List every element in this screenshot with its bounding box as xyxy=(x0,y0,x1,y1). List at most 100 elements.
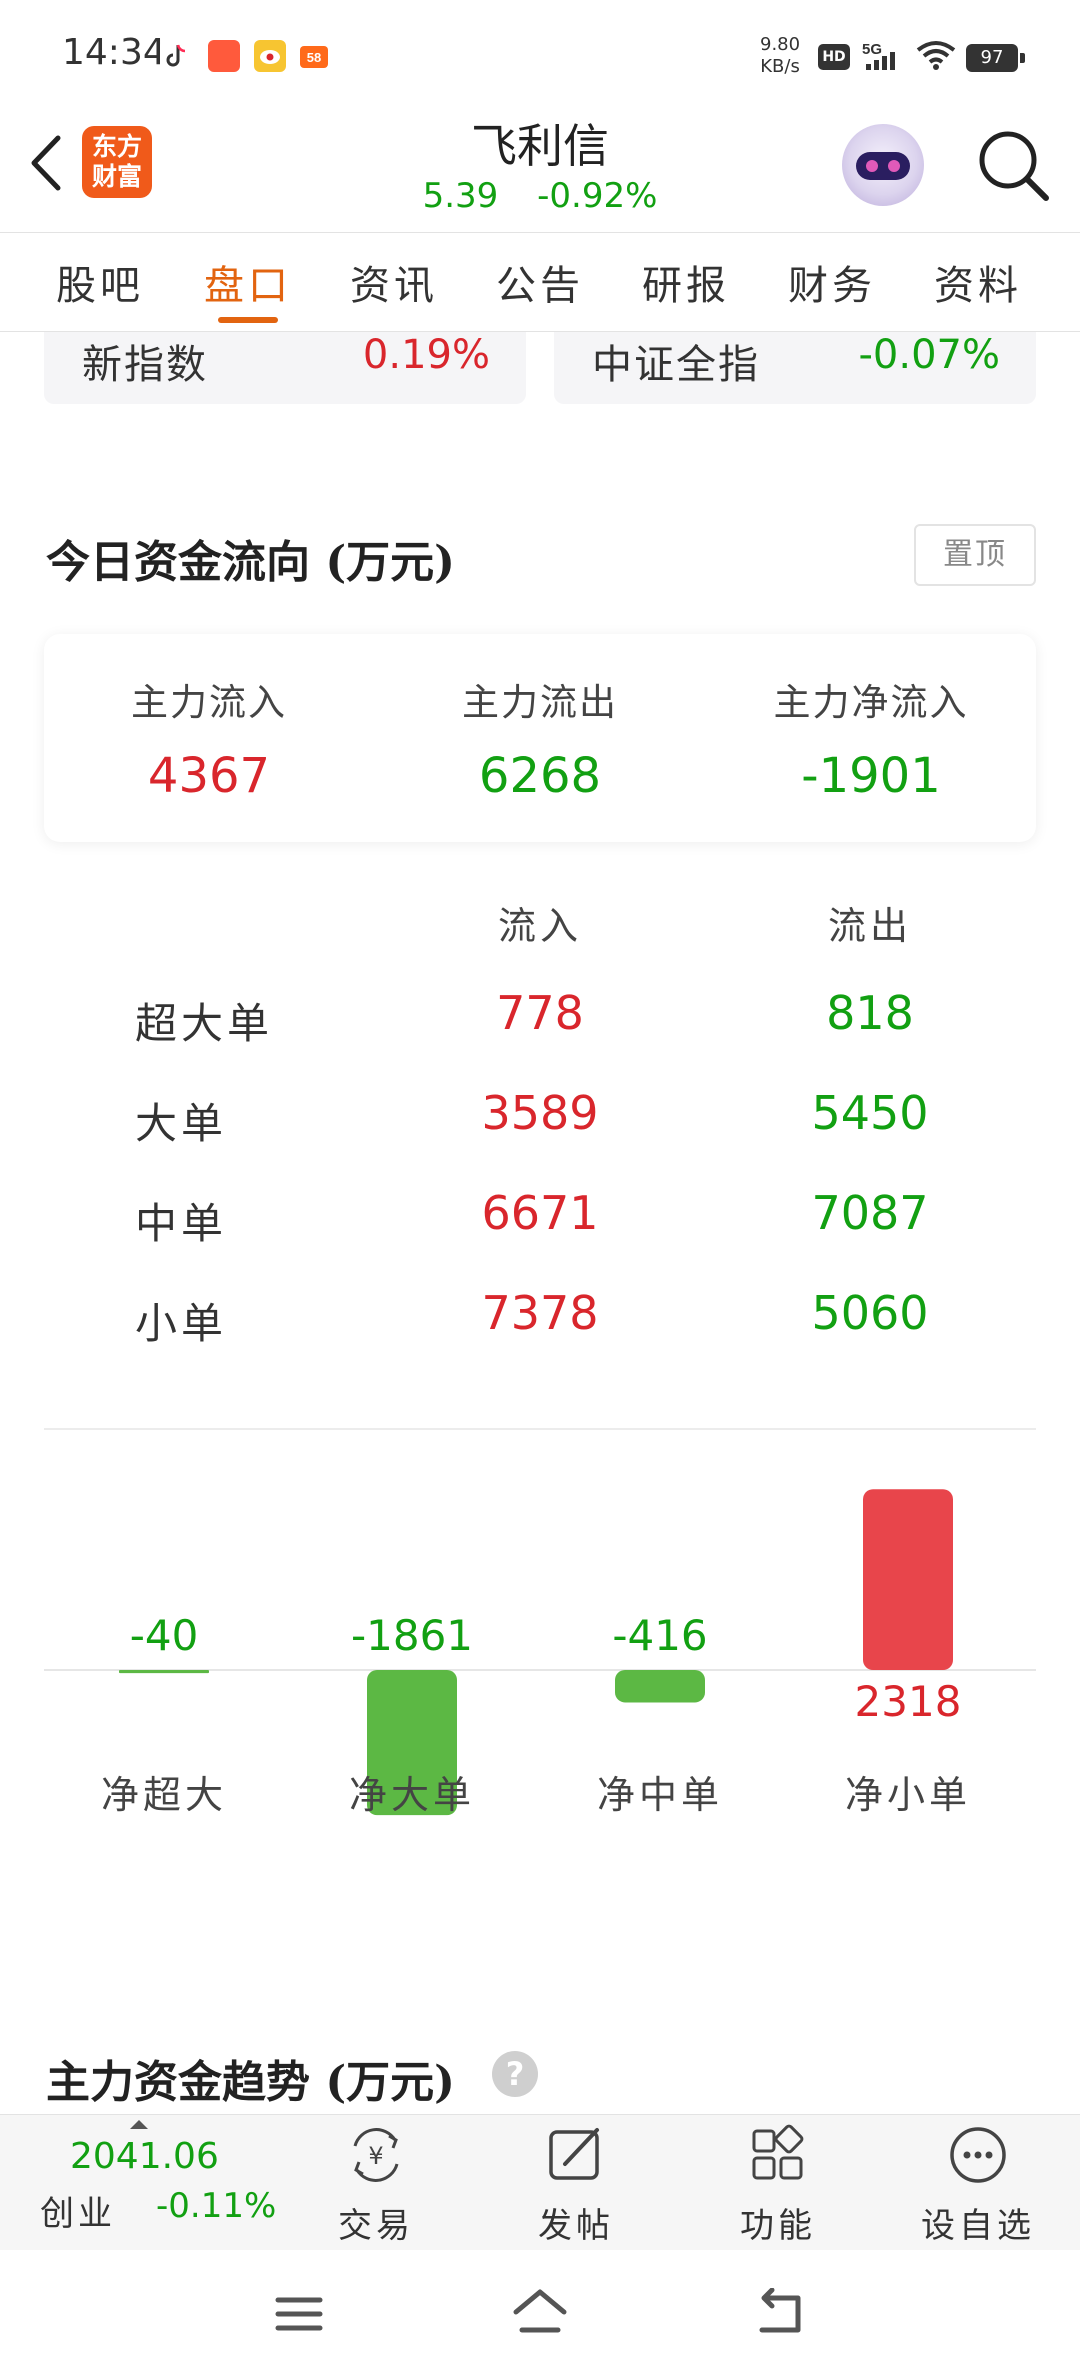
summary-label: 主力流出 xyxy=(462,681,618,724)
flow-row-in: 778 xyxy=(496,986,584,1040)
active-tab-indicator xyxy=(218,317,278,323)
weibo-notification-icon xyxy=(254,40,286,72)
summary-value: 4367 xyxy=(147,748,271,804)
inflow-header: 流入 xyxy=(497,904,582,948)
status-bar: 14:34 58 9.80 KB/s HD 5G 97 xyxy=(0,0,1080,110)
tab-profile[interactable]: 资料 xyxy=(918,253,1038,311)
flow-row-label: 中单 xyxy=(135,1199,228,1248)
functions-button[interactable]: 功能 xyxy=(698,2122,858,2247)
network-speed: 9.80 KB/s xyxy=(760,34,801,77)
net-flow-value-label: -1861 xyxy=(351,1611,473,1660)
search-icon[interactable] xyxy=(974,126,1054,206)
tab-bar: 股吧 盘口 资讯 公告 研报 财务 资料 xyxy=(0,232,1080,332)
add-watchlist-button[interactable]: 设自选 xyxy=(898,2122,1058,2247)
net-flow-category-label: 净大单 xyxy=(349,1773,475,1817)
summary-value: 6268 xyxy=(478,748,602,804)
net-flow-chart: -40 净超大 -1861 净大单 -416 净中单 2318 净小单 xyxy=(44,1489,1036,1817)
flow-row-out: 5450 xyxy=(811,1086,929,1140)
net-flow-category-label: 净小单 xyxy=(845,1773,971,1817)
net-flow-value-label: -416 xyxy=(612,1611,707,1660)
flow-row: 大单 3589 5450 xyxy=(0,1086,1080,1150)
back-nav-icon[interactable] xyxy=(752,2288,808,2338)
index-value: -0.07% xyxy=(858,332,1000,378)
trend-title: 主力资金趋势 (万元) xyxy=(46,2057,455,2108)
post-icon xyxy=(549,2128,599,2180)
fund-flow-title: 今日资金流向 (万元) xyxy=(46,537,455,588)
tab-research[interactable]: 研报 xyxy=(626,253,746,311)
index-ticker-pct[interactable]: -0.11% xyxy=(156,2186,276,2226)
index-value: 0.19% xyxy=(362,332,490,378)
help-icon[interactable]: ? xyxy=(492,2051,538,2097)
system-nav-bar xyxy=(0,2250,1080,2376)
net-flow-category-label: 净中单 xyxy=(597,1773,723,1817)
home-icon[interactable] xyxy=(510,2286,570,2338)
flow-row-label: 小单 xyxy=(135,1299,228,1348)
net-flow-bar xyxy=(119,1670,209,1674)
main-flow-summary-card: 主力流入 4367 主力流出 6268 主力净流入 -1901 xyxy=(44,634,1036,842)
tab-announcements[interactable]: 公告 xyxy=(480,253,600,311)
flow-row-out: 7087 xyxy=(811,1186,929,1240)
index-name: 新指数 xyxy=(82,342,208,388)
summary-main-net-inflow: 主力净流入 -1901 xyxy=(706,634,1036,804)
svg-text:5G: 5G xyxy=(862,41,882,58)
stock-change-pct: -0.92% xyxy=(537,176,658,216)
post-button[interactable]: 发帖 xyxy=(496,2122,656,2247)
tab-finance[interactable]: 财务 xyxy=(772,253,892,311)
flow-row-out: 5060 xyxy=(811,1286,929,1340)
svg-text:¥: ¥ xyxy=(368,2142,383,2170)
stock-price: 5.39 xyxy=(422,176,499,216)
stock-quote: 5.39 -0.92% xyxy=(340,176,740,216)
stock-name: 飞利信 xyxy=(471,119,609,173)
trade-button[interactable]: ¥ 交易 xyxy=(296,2122,456,2247)
flow-row: 超大单 778 818 xyxy=(0,986,1080,1050)
flow-row-in: 6671 xyxy=(481,1186,599,1240)
tool-label: 发帖 xyxy=(538,2206,614,2246)
net-flow-value-label: -40 xyxy=(130,1611,199,1660)
flow-row: 中单 6671 7087 xyxy=(0,1186,1080,1250)
functions-icon xyxy=(752,2124,804,2180)
tiktok-notification-icon xyxy=(160,40,192,72)
wifi-icon xyxy=(916,40,956,76)
summary-value: -1901 xyxy=(801,748,941,804)
section-divider xyxy=(44,1428,1036,1430)
battery-indicator: 97 xyxy=(966,44,1025,72)
tab-guba[interactable]: 股吧 xyxy=(40,253,160,311)
menu-icon[interactable] xyxy=(272,2292,326,2336)
robot-avatar-icon[interactable] xyxy=(842,124,924,206)
summary-main-outflow: 主力流出 6268 xyxy=(375,634,705,804)
flow-row-in: 3589 xyxy=(481,1086,599,1140)
expand-arrow-icon[interactable] xyxy=(130,2120,148,2129)
pin-to-top-button[interactable]: 置顶 xyxy=(914,524,1036,586)
tool-label: 设自选 xyxy=(921,2206,1035,2246)
eastmoney-logo: 东方 财富 xyxy=(82,126,152,198)
signal-icon: 5G xyxy=(862,40,908,76)
index-ticker-name[interactable]: 创业 xyxy=(40,2186,116,2235)
index-ticker-value[interactable]: 2041.06 xyxy=(70,2136,219,2177)
svg-text:58: 58 xyxy=(307,50,321,65)
net-flow-bar xyxy=(615,1670,705,1703)
flow-row-label: 超大单 xyxy=(135,999,274,1048)
app-notification-icon xyxy=(208,40,240,72)
app58-notification-icon: 58 xyxy=(298,40,330,72)
net-flow-value-label: 2318 xyxy=(855,1677,962,1726)
hd-badge: HD xyxy=(818,44,850,70)
flow-row-label: 大单 xyxy=(135,1099,228,1148)
flow-row: 小单 7378 5060 xyxy=(0,1286,1080,1350)
summary-label: 主力净流入 xyxy=(773,681,969,724)
index-card[interactable]: 新指数 0.19% xyxy=(44,332,526,404)
more-icon xyxy=(950,2127,1006,2183)
summary-label: 主力流入 xyxy=(131,681,287,724)
tab-pankou[interactable]: 盘口 xyxy=(188,253,308,311)
tab-news[interactable]: 资讯 xyxy=(334,253,454,311)
status-time: 14:34 xyxy=(62,32,166,73)
tool-label: 功能 xyxy=(740,2206,816,2246)
trade-icon: ¥ xyxy=(353,2128,399,2182)
net-flow-bar xyxy=(863,1489,953,1670)
outflow-header: 流出 xyxy=(827,904,912,948)
index-card[interactable]: 中证全指 -0.07% xyxy=(554,332,1036,404)
index-name: 中证全指 xyxy=(592,342,760,388)
flow-row-in: 7378 xyxy=(481,1286,599,1340)
back-arrow-icon[interactable] xyxy=(22,128,72,198)
summary-main-inflow: 主力流入 4367 xyxy=(44,634,374,804)
net-flow-category-label: 净超大 xyxy=(101,1773,227,1817)
